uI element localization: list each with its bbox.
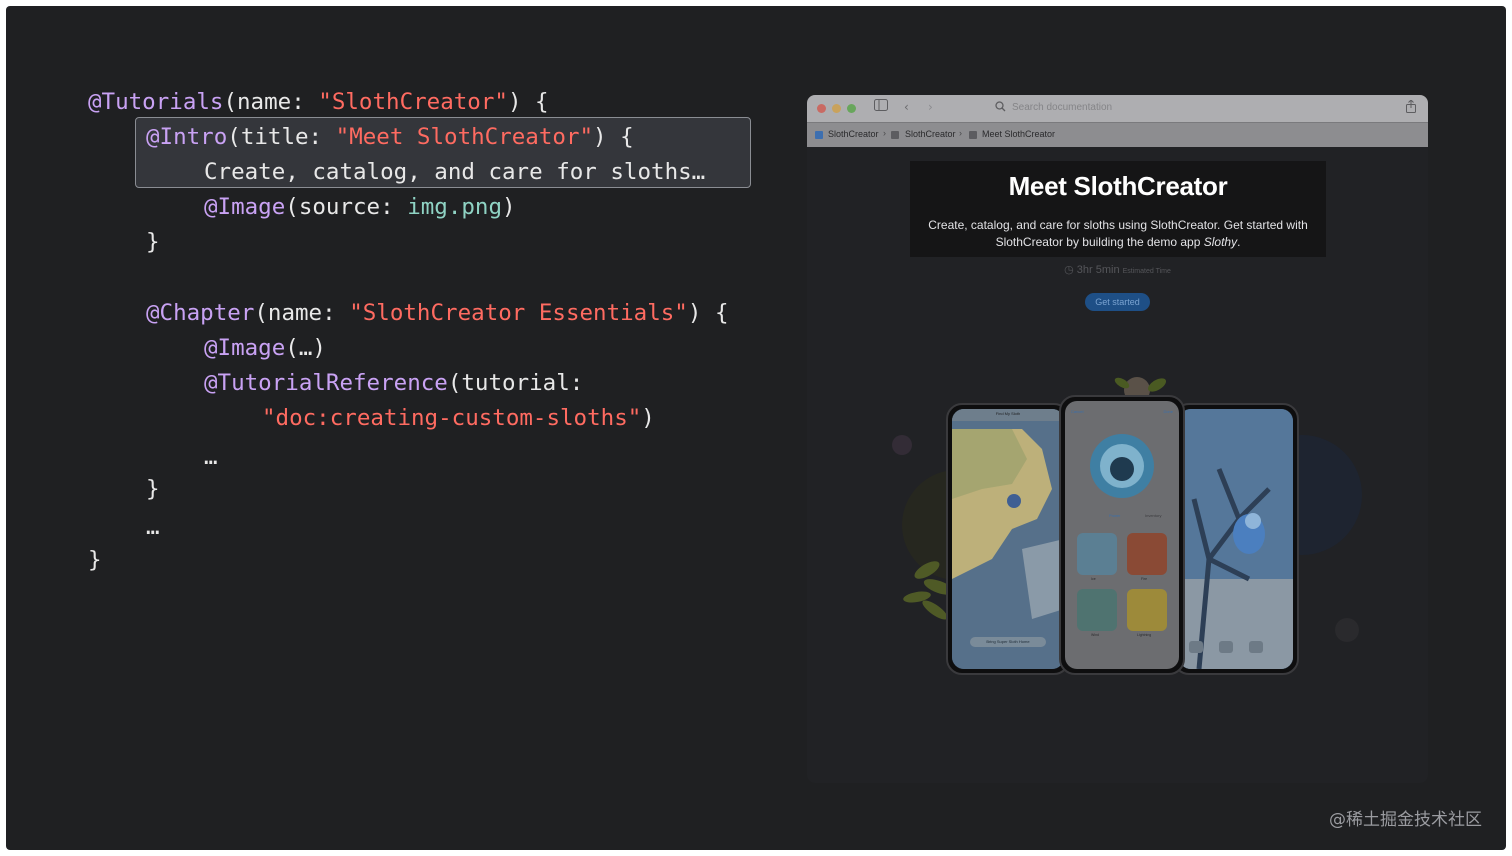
search-documentation-input[interactable]: Search documentation	[1012, 102, 1112, 113]
code-line-image: @Image(source: img.png)	[204, 191, 516, 223]
attribute-token: @Tutorials	[88, 89, 224, 115]
attribute-token: @Image	[204, 194, 286, 220]
code-panel: @Tutorials(name: "SlothCreator") { @Intr…	[88, 86, 729, 788]
tutorial-list-icon	[969, 131, 977, 139]
attribute-token: @Image	[204, 335, 286, 361]
map-screen: Find My Sloth Bring Super Sloth Home	[952, 409, 1064, 669]
breadcrumb-item[interactable]: Meet SlothCreator	[982, 129, 1055, 139]
page-title: Meet SlothCreator	[1008, 171, 1228, 201]
watermark: @稀土掘金技术社区	[1329, 810, 1482, 830]
attribute-token: @Chapter	[146, 300, 255, 326]
code-line-close: }	[88, 544, 102, 576]
code-text: }	[88, 547, 102, 573]
code-line-tutorials: @Tutorials(name: "SlothCreator") {	[88, 86, 549, 118]
code-line-ellipsis: …	[204, 441, 218, 473]
search-icon[interactable]	[995, 101, 1006, 115]
powers-screen: Cancel Done Power Inventory Ice Fire Win…	[1065, 401, 1179, 669]
time-value: 3hr 5min	[1076, 264, 1120, 276]
map-illustration	[952, 409, 1064, 669]
description-end: .	[1237, 235, 1241, 249]
string-token: "Meet SlothCreator"	[335, 124, 594, 150]
map-header: Find My Sloth	[995, 411, 1021, 416]
zoom-window-button[interactable]	[847, 104, 856, 113]
code-text: ) {	[687, 300, 729, 326]
window-titlebar: ‹ › Search documentation	[807, 95, 1428, 122]
code-text: (name:	[254, 300, 350, 326]
sidebar-toggle-icon[interactable]	[874, 99, 888, 114]
code-text: )	[502, 194, 516, 220]
tab-power: Power	[1109, 513, 1121, 518]
power-label-ice: Ice	[1091, 577, 1096, 581]
breadcrumb: SlothCreator › SlothCreator › Meet Sloth…	[807, 122, 1428, 147]
back-chevron-icon[interactable]: ‹	[904, 100, 909, 114]
code-line-close: }	[146, 473, 160, 505]
minimize-window-button[interactable]	[832, 104, 841, 113]
code-text: (name:	[223, 89, 319, 115]
breadcrumb-item[interactable]: SlothCreator	[828, 129, 879, 139]
code-line-close: }	[146, 226, 160, 258]
framework-icon	[815, 131, 823, 139]
code-text: ) {	[507, 89, 549, 115]
breadcrumb-separator-icon: ›	[959, 128, 962, 138]
breadcrumb-item[interactable]: SlothCreator	[905, 129, 956, 139]
sloth-tree-illustration	[1179, 409, 1293, 669]
share-icon[interactable]	[1406, 99, 1416, 116]
power-label-lightning: Lightning	[1137, 633, 1152, 637]
slide: @Tutorials(name: "SlothCreator") { @Intr…	[6, 6, 1506, 850]
code-line-intro-body: Create, catalog, and care for sloths…	[204, 156, 705, 188]
estimated-time: ◷ 3hr 5min Estimated Time	[807, 263, 1428, 276]
time-label: Estimated Time	[1122, 268, 1171, 275]
string-token: "SlothCreator Essentials"	[349, 300, 688, 326]
clock-icon: ◷	[1064, 264, 1074, 276]
phone-map: Find My Sloth Bring Super Sloth Home	[946, 403, 1070, 675]
code-text: )	[641, 405, 655, 431]
sloth-scene-screen	[1179, 409, 1293, 669]
string-token: "doc:creating-custom-sloths"	[262, 405, 642, 431]
code-line-tutorial-path: "doc:creating-custom-sloths")	[262, 402, 655, 434]
intro-hero: Meet SlothCreator Create, catalog, and c…	[910, 161, 1326, 257]
code-text: (…)	[285, 335, 326, 361]
code-text: }	[146, 476, 160, 502]
phone-sloth-scene	[1173, 403, 1299, 675]
code-text: (tutorial:	[447, 370, 584, 396]
powers-illustration	[1077, 434, 1167, 631]
power-label-wind: Wind	[1091, 633, 1099, 637]
forward-chevron-icon[interactable]: ›	[928, 100, 933, 114]
get-started-button[interactable]: Get started	[1085, 293, 1150, 311]
code-text: Create, catalog, and care for sloths…	[204, 159, 706, 185]
string-token: "SlothCreator"	[318, 89, 508, 115]
breadcrumb-separator-icon: ›	[883, 128, 886, 138]
close-window-button[interactable]	[817, 104, 826, 113]
attribute-token: @TutorialReference	[204, 370, 448, 396]
bring-sloth-home-button: Bring Super Sloth Home	[970, 637, 1046, 647]
code-line-chapter-image: @Image(…)	[204, 332, 326, 364]
tab-inventory: Inventory	[1145, 513, 1162, 518]
code-line-intro: @Intro(title: "Meet SlothCreator") {	[146, 121, 634, 153]
code-line-ellipsis: …	[146, 511, 160, 543]
phone-mockups-image: Find My Sloth Bring Super Sloth Home Can…	[877, 365, 1377, 685]
documentation-preview-window: ‹ › Search documentation SlothCreator › …	[807, 95, 1428, 783]
intro-description: Create, catalog, and care for sloths usi…	[920, 217, 1316, 251]
app-name: Slothy	[1203, 235, 1238, 249]
power-label-fire: Fire	[1141, 577, 1148, 581]
code-text: ) {	[593, 124, 634, 150]
code-line-chapter: @Chapter(name: "SlothCreator Essentials"…	[146, 297, 729, 329]
code-text: (title:	[227, 124, 336, 150]
phone-powers: Cancel Done Power Inventory Ice Fire Win…	[1059, 395, 1185, 675]
attribute-token: @Intro	[146, 124, 228, 150]
description-text: Create, catalog, and care for sloths usi…	[928, 218, 1308, 249]
tutorial-grid-icon	[891, 131, 899, 139]
code-text: (source:	[285, 194, 408, 220]
filename-token: img.png	[407, 194, 503, 220]
code-text: }	[146, 229, 160, 255]
code-text: …	[146, 514, 160, 540]
code-text: …	[204, 444, 218, 470]
code-line-tutorial-reference: @TutorialReference(tutorial:	[204, 367, 583, 399]
